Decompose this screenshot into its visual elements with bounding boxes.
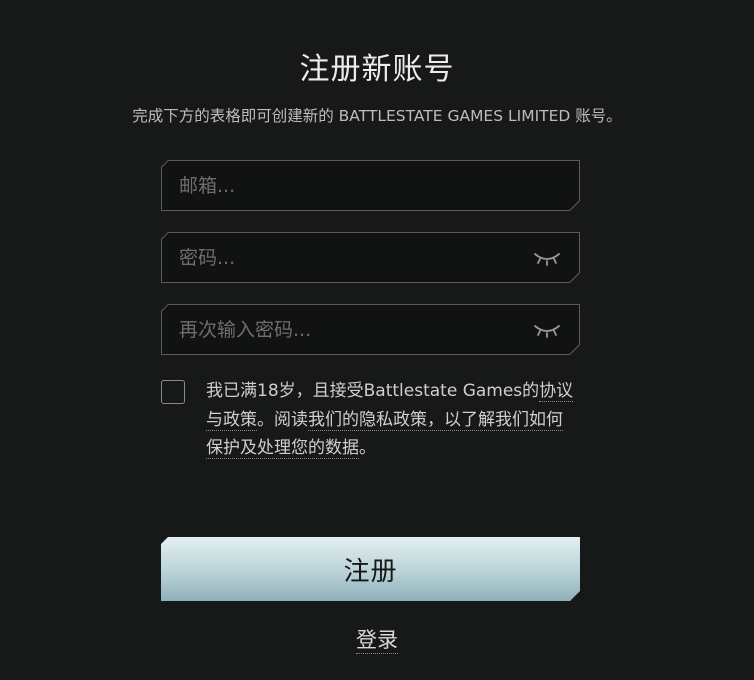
confirm-password-field-frame	[161, 304, 580, 355]
password-field-frame	[161, 232, 580, 283]
eye-closed-icon[interactable]	[533, 249, 561, 267]
email-field-frame	[161, 160, 580, 211]
terms-text-after: 。	[359, 438, 376, 458]
register-button[interactable]: 注册	[161, 537, 580, 601]
terms-text-before: 我已满18岁，且接受Battlestate Games的	[206, 381, 540, 401]
page-title: 注册新账号	[299, 52, 455, 87]
terms-text: 我已满18岁，且接受Battlestate Games的协议与政策。阅读我们的隐…	[206, 377, 578, 463]
age-terms-checkbox[interactable]	[161, 380, 185, 404]
eye-closed-icon[interactable]	[533, 321, 561, 339]
confirm-password-input[interactable]	[179, 305, 519, 354]
page-subtitle: 完成下方的表格即可创建新的 BATTLESTATE GAMES LIMITED …	[132, 107, 622, 125]
registration-page: 注册新账号 完成下方的表格即可创建新的 BATTLESTATE GAMES LI…	[0, 0, 754, 680]
terms-text-middle: 。阅读	[257, 409, 308, 430]
password-input[interactable]	[179, 233, 519, 282]
login-link[interactable]: 登录	[356, 628, 398, 654]
email-input[interactable]	[179, 161, 519, 210]
login-link-row: 登录	[0, 624, 754, 654]
